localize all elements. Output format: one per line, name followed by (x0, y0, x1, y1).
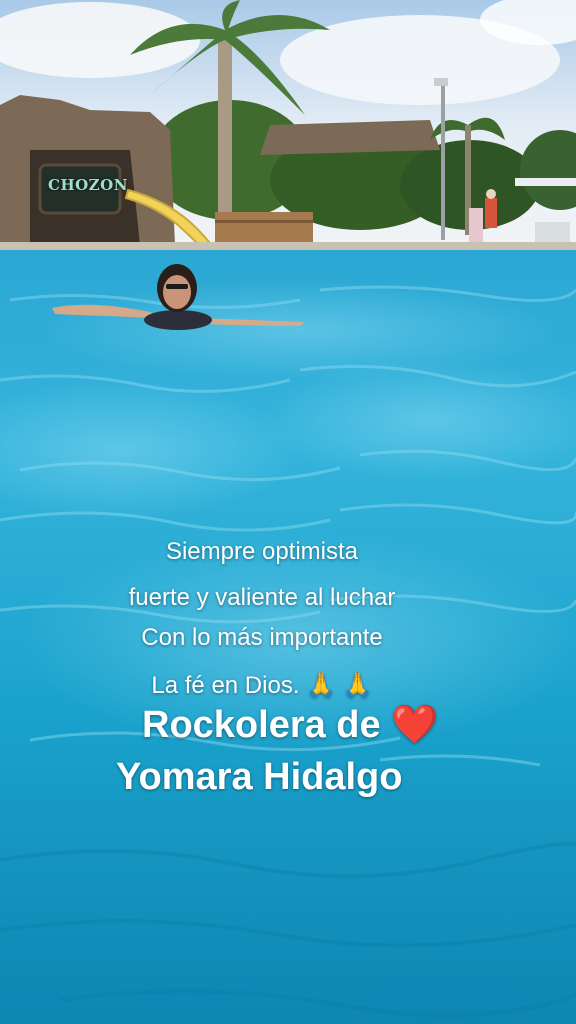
wooden-fence (215, 212, 313, 242)
fence-rail (215, 220, 313, 223)
lamp-head (434, 78, 448, 86)
song-title-line: Rockolera de ❤️ (142, 706, 439, 744)
hut-roof (260, 120, 440, 155)
artist-name: Yomara Hidalgo (116, 756, 403, 798)
canopy (515, 178, 576, 186)
caption-line-2: fuerte y valiente al luchar (128, 584, 396, 611)
lounge-chair (535, 222, 570, 244)
pool-scene (0, 0, 576, 1024)
person-standing (485, 198, 497, 228)
lamp-post (441, 85, 445, 240)
caption-line-1: Siempre optimista (165, 538, 359, 565)
caption-line-4: La fé en Dios. 🙏 🙏 (151, 672, 373, 699)
chozon-sign-text: CHOZON (48, 176, 128, 194)
caption-line-3: Con lo más importante (141, 624, 383, 651)
song-title: Rockolera de (142, 704, 381, 746)
heart-emoji-icon: ❤️ (391, 704, 439, 746)
person-head (486, 189, 496, 199)
trash-bin (469, 208, 483, 244)
